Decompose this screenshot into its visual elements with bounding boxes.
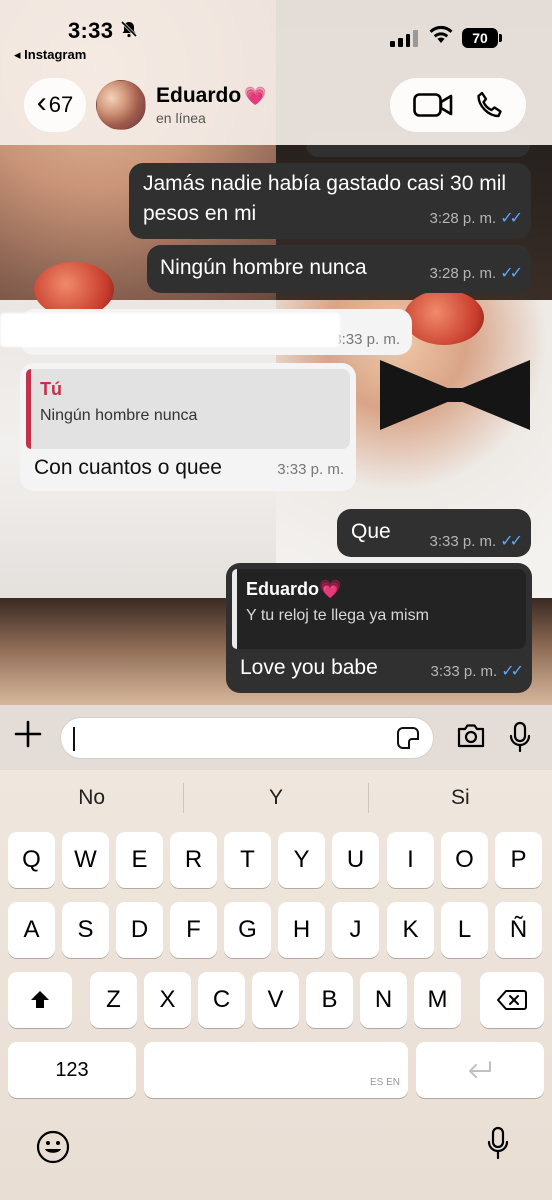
message-meta: 3:33 p. m. ✓✓	[430, 657, 524, 687]
message-meta: 3:33 p. m.	[277, 455, 344, 485]
dictation-icon[interactable]	[486, 1126, 510, 1165]
back-to-instagram-link[interactable]: ◂ Instagram	[14, 47, 86, 63]
video-icon[interactable]	[412, 92, 453, 118]
suggestion-item[interactable]: Si	[369, 786, 552, 810]
key[interactable]: Y	[278, 832, 325, 888]
key[interactable]: Q	[8, 832, 55, 888]
back-button[interactable]: ‹ 67	[24, 78, 86, 132]
contact-name-text: Eduardo	[156, 84, 242, 107]
space-language-label: ES EN	[369, 1077, 400, 1088]
chat-header: ‹ 67 Eduardo 💗 en línea	[0, 70, 552, 145]
keyboard: No Y Si Q W E R T Y U I O P A S D F G H …	[0, 770, 552, 1200]
key[interactable]: I	[387, 832, 434, 888]
key[interactable]: B	[306, 972, 353, 1028]
key[interactable]: T	[224, 832, 271, 888]
message-meta: 3:28 p. m. ✓✓	[429, 204, 523, 234]
quote-text: Ningún hombre nunca	[40, 407, 198, 424]
bell-slash-icon	[120, 20, 138, 43]
message-text: Love you babe	[240, 656, 378, 679]
key[interactable]: G	[224, 902, 271, 958]
message-bubble[interactable]: Que 3:33 p. m. ✓✓	[337, 509, 531, 557]
battery-indicator: 70	[462, 28, 502, 48]
sticker-icon[interactable]	[397, 727, 419, 749]
contact-heart-emoji: 💗	[244, 86, 267, 106]
key[interactable]: W	[62, 832, 109, 888]
read-ticks-icon: ✓✓	[501, 663, 524, 680]
key[interactable]: M	[414, 972, 461, 1028]
message-meta: 3:28 p. m. ✓✓	[429, 259, 523, 289]
contact-name[interactable]: Eduardo 💗	[156, 84, 267, 108]
key[interactable]: R	[170, 832, 217, 888]
key[interactable]: U	[332, 832, 379, 888]
plus-icon[interactable]	[14, 720, 42, 754]
microphone-icon[interactable]	[508, 721, 532, 758]
key[interactable]: N	[360, 972, 407, 1028]
message-text: Con cuantos o quee	[34, 456, 222, 479]
quote-author: Tú	[40, 379, 62, 399]
message-bubble[interactable]: Jamás nadie había gastado casi 30 mil pe…	[129, 163, 531, 239]
key[interactable]: Ñ	[495, 902, 542, 958]
autocomplete-bar: No Y Si	[0, 770, 552, 826]
status-time: 3:33	[68, 18, 114, 43]
numbers-key[interactable]: 123	[8, 1042, 136, 1098]
redaction-overlay	[0, 313, 340, 347]
read-ticks-icon: ✓✓	[500, 533, 523, 550]
status-bar: 3:33 ◂ Instagram 70	[0, 0, 552, 70]
shift-icon[interactable]	[8, 972, 72, 1028]
emoji-icon[interactable]	[36, 1130, 70, 1169]
message-bubble[interactable]: Ningún hombre nunca 3:28 p. m. ✓✓	[147, 245, 531, 293]
key[interactable]: L	[441, 902, 488, 958]
message-time: 3:33 p. m.	[333, 331, 400, 348]
wifi-icon	[428, 24, 454, 46]
key[interactable]: E	[116, 832, 163, 888]
read-ticks-icon: ✓✓	[500, 265, 523, 282]
unread-count: 67	[48, 92, 74, 117]
message-input[interactable]	[60, 717, 434, 759]
space-bar[interactable]: ES EN	[144, 1042, 408, 1098]
contact-status: en línea	[156, 110, 206, 126]
quote-text: Y tu reloj te llega ya mism	[246, 607, 429, 624]
phone-icon[interactable]	[474, 90, 504, 120]
message-time: 3:28 p. m.	[429, 265, 497, 282]
chevron-left-icon: ‹	[36, 86, 47, 119]
message-bubble-reply[interactable]: Eduardo💗 Y tu reloj te llega ya mism Lov…	[226, 563, 532, 693]
message-text: Que	[351, 520, 391, 543]
key[interactable]: X	[144, 972, 191, 1028]
call-actions	[390, 78, 526, 132]
backspace-icon[interactable]	[480, 972, 544, 1028]
key[interactable]: D	[116, 902, 163, 958]
text-caret	[73, 727, 75, 751]
message-time: 3:33 p. m.	[429, 533, 497, 550]
key[interactable]: P	[495, 832, 542, 888]
key[interactable]: F	[170, 902, 217, 958]
key[interactable]: V	[252, 972, 299, 1028]
signal-icon	[390, 30, 418, 47]
message-time: 3:33 p. m.	[430, 663, 498, 680]
quoted-message[interactable]: Eduardo💗 Y tu reloj te llega ya mism	[232, 569, 526, 649]
camera-icon[interactable]	[456, 723, 486, 754]
quote-author: Eduardo💗	[246, 579, 342, 599]
key[interactable]: A	[8, 902, 55, 958]
message-time: 3:33 p. m.	[277, 461, 344, 478]
key[interactable]: J	[332, 902, 379, 958]
suggestion-item[interactable]: No	[0, 786, 183, 810]
key[interactable]: K	[387, 902, 434, 958]
key[interactable]: O	[441, 832, 488, 888]
read-ticks-icon: ✓✓	[500, 210, 523, 227]
suggestion-item[interactable]: Y	[184, 786, 367, 810]
key[interactable]: C	[198, 972, 245, 1028]
key[interactable]: S	[62, 902, 109, 958]
message-meta: 3:33 p. m.	[333, 325, 400, 355]
contact-avatar[interactable]	[96, 80, 146, 130]
return-icon[interactable]	[416, 1042, 544, 1098]
message-list: Jamás nadie había gastado casi 30 mil pe…	[0, 133, 552, 705]
key[interactable]: H	[278, 902, 325, 958]
message-text: Ningún hombre nunca	[160, 256, 367, 279]
composer-bar	[0, 705, 552, 770]
quoted-message[interactable]: Tú Ningún hombre nunca	[26, 369, 350, 449]
message-time: 3:28 p. m.	[429, 210, 497, 227]
message-bubble-reply[interactable]: Tú Ningún hombre nunca Con cuantos o que…	[20, 363, 356, 491]
message-meta: 3:33 p. m. ✓✓	[429, 527, 523, 557]
key[interactable]: Z	[90, 972, 137, 1028]
